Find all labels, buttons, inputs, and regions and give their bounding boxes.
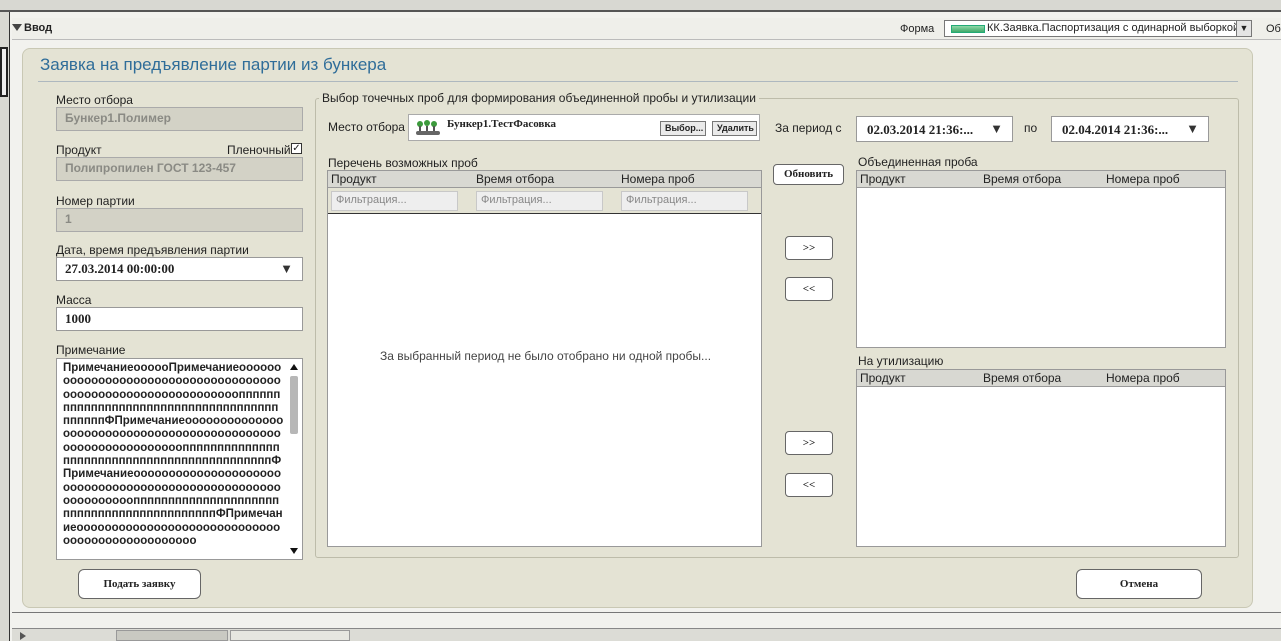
move-left-combined-button[interactable]: << xyxy=(785,277,833,301)
col-numbers[interactable]: Номера проб xyxy=(1106,371,1180,385)
col-time[interactable]: Время отбора xyxy=(983,172,1061,186)
mass-label: Масса xyxy=(56,293,92,307)
mass-field[interactable]: 1000 xyxy=(56,307,303,331)
choose-button[interactable]: Выбор... xyxy=(660,121,706,136)
move-left-utilization-button[interactable]: << xyxy=(785,473,833,497)
cutoff-label: Об xyxy=(1266,23,1281,35)
filter-time[interactable]: Фильтрация... xyxy=(476,191,603,211)
utilization-list-header: Продукт Время отбора Номера проб xyxy=(857,370,1225,387)
filter-numbers[interactable]: Фильтрация... xyxy=(621,191,748,211)
col-product[interactable]: Продукт xyxy=(331,172,377,186)
date-field[interactable]: 27.03.2014 00:00:00 ▼ xyxy=(56,257,303,281)
utilization-title: На утилизацию xyxy=(858,354,944,368)
move-right-utilization-button[interactable]: >> xyxy=(785,431,833,455)
chevron-down-icon[interactable]: ▼ xyxy=(280,261,293,277)
collapse-triangle-icon[interactable] xyxy=(12,24,22,31)
possible-list-header: Продукт Время отбора Номера проб xyxy=(328,171,761,188)
note-textarea[interactable]: ПримечаниеоооооПримечаниеооооооооооооооо… xyxy=(56,358,303,560)
col-time[interactable]: Время отбора xyxy=(983,371,1061,385)
submit-button[interactable]: Подать заявку xyxy=(78,569,201,599)
title-divider xyxy=(38,81,1238,82)
left-handle[interactable] xyxy=(0,47,8,97)
filter-product[interactable]: Фильтрация... xyxy=(331,191,458,211)
sampler-icon xyxy=(416,120,440,135)
forma-label: Форма xyxy=(900,23,935,35)
date-label: Дата, время предъявления партии xyxy=(56,243,249,257)
col-product[interactable]: Продукт xyxy=(860,172,906,186)
possible-title: Перечень возможных проб xyxy=(328,156,478,170)
date-to-field[interactable]: 02.04.2014 21:36:... ▼ xyxy=(1051,116,1209,142)
party-label: Номер партии xyxy=(56,194,135,208)
combined-title: Объединенная проба xyxy=(858,155,978,169)
selection-group-title: Выбор точечных проб для формирования объ… xyxy=(319,91,759,105)
refresh-button[interactable]: Обновить xyxy=(773,164,844,185)
chevron-down-icon[interactable]: ▼ xyxy=(1236,21,1251,36)
forma-select[interactable]: КК.Заявка.Паспортизация с одинарной выбо… xyxy=(944,20,1252,37)
product-field: Полипропилен ГОСТ 123-457 xyxy=(56,157,303,181)
date-to-value: 02.04.2014 21:36:... xyxy=(1062,122,1169,137)
status-indicator-icon xyxy=(951,25,985,33)
col-numbers[interactable]: Номера проб xyxy=(1106,172,1180,186)
scroll-thumb[interactable] xyxy=(290,376,298,434)
period-label: За период с xyxy=(775,121,842,135)
date-from-field[interactable]: 02.03.2014 21:36:... ▼ xyxy=(856,116,1013,142)
product-label: Продукт xyxy=(56,143,102,157)
party-field: 1 xyxy=(56,208,303,232)
to-label: по xyxy=(1024,121,1038,135)
col-product[interactable]: Продукт xyxy=(860,371,906,385)
combined-list[interactable]: Продукт Время отбора Номера проб xyxy=(856,170,1226,348)
date-from-value: 02.03.2014 21:36:... xyxy=(867,122,974,137)
scroll-down-icon[interactable] xyxy=(290,548,298,554)
date-value: 27.03.2014 00:00:00 xyxy=(65,261,175,276)
col-time[interactable]: Время отбора xyxy=(476,172,554,186)
mesto-label: Место отбора xyxy=(56,93,133,107)
cancel-button[interactable]: Отмена xyxy=(1076,569,1202,599)
col-numbers[interactable]: Номера проб xyxy=(621,172,695,186)
expand-triangle-icon[interactable] xyxy=(20,632,26,640)
mesto-field: Бункер1.Полимер xyxy=(56,107,303,131)
sel-mesto-label: Место отбора xyxy=(328,120,405,134)
plenochny-label: Пленочный xyxy=(227,143,291,157)
forma-value: КК.Заявка.Паспортизация с одинарной выбо… xyxy=(987,22,1240,34)
chevron-down-icon[interactable]: ▼ xyxy=(990,121,1003,137)
bottom-tab-1[interactable] xyxy=(116,630,228,641)
combined-list-header: Продукт Время отбора Номера проб xyxy=(857,171,1225,188)
bottom-tab-2[interactable] xyxy=(230,630,350,641)
top-strip xyxy=(0,0,1281,12)
plenochny-checkbox-icon[interactable]: ✓ xyxy=(291,143,302,154)
empty-message: За выбранный период не было отобрано ни … xyxy=(380,349,712,363)
mesto-selector[interactable]: Бункер1.ТестФасовка Выбор... Удалить xyxy=(408,114,760,141)
note-text: ПримечаниеоооооПримечаниеооооооооооооооо… xyxy=(63,362,284,547)
move-right-combined-button[interactable]: >> xyxy=(785,236,833,260)
note-label: Примечание xyxy=(56,343,126,357)
scroll-up-icon[interactable] xyxy=(290,364,298,370)
delete-button[interactable]: Удалить xyxy=(712,121,757,136)
chevron-down-icon[interactable]: ▼ xyxy=(1186,121,1199,137)
possible-list[interactable]: Продукт Время отбора Номера проб Фильтра… xyxy=(327,170,762,547)
left-rail xyxy=(0,12,10,641)
utilization-list[interactable]: Продукт Время отбора Номера проб xyxy=(856,369,1226,547)
form-title: Заявка на предъявление партии из бункера xyxy=(40,55,387,74)
sel-mesto-value: Бункер1.ТестФасовка xyxy=(447,118,557,130)
section-title: Ввод xyxy=(24,22,53,34)
note-scrollbar[interactable] xyxy=(287,360,301,558)
